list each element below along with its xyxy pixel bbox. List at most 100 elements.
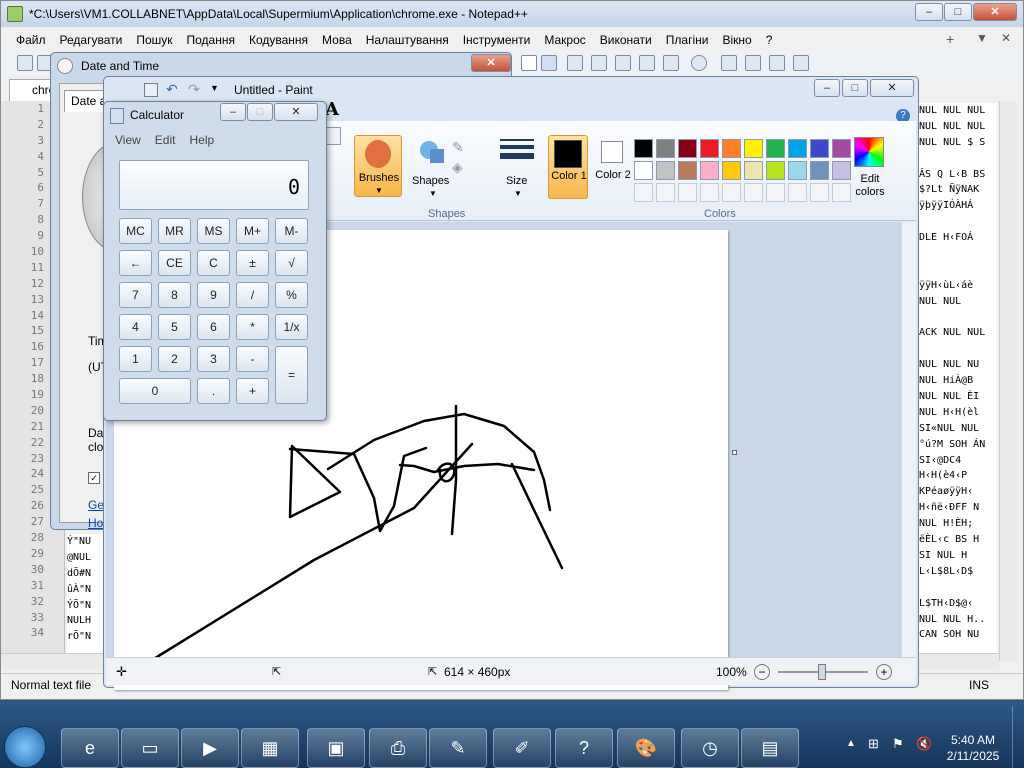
npp-menu-item[interactable]: Виконати bbox=[593, 29, 659, 51]
printer-icon[interactable]: ⎙ bbox=[369, 728, 427, 768]
palette-custom-slot[interactable] bbox=[810, 183, 829, 202]
palette-custom-slot[interactable] bbox=[656, 183, 675, 202]
size-icon[interactable] bbox=[500, 137, 534, 165]
shapes-label[interactable]: Shapes bbox=[412, 175, 449, 187]
calc-key[interactable]: 1/x bbox=[275, 314, 308, 340]
edit-colors-label[interactable]: Edit colors bbox=[848, 173, 892, 199]
color2-button[interactable]: Color 2 bbox=[594, 135, 632, 199]
calc-key[interactable]: 3 bbox=[197, 346, 230, 372]
control-panel-icon[interactable]: ▦ bbox=[241, 728, 299, 768]
undo-icon[interactable]: ↶ bbox=[166, 81, 178, 98]
calculator-taskbar-icon[interactable]: ▤ bbox=[741, 728, 799, 768]
canvas-resize-handle-right[interactable] bbox=[732, 450, 737, 455]
calc-key[interactable]: M+ bbox=[236, 218, 269, 244]
calc-key[interactable]: * bbox=[236, 314, 269, 340]
calc-key[interactable]: 2 bbox=[158, 346, 191, 372]
play-multiple-icon[interactable] bbox=[769, 55, 785, 71]
quick-access-dropdown-icon[interactable]: ▼ bbox=[210, 83, 219, 93]
help-support-icon[interactable]: ? bbox=[555, 728, 613, 768]
calc-minimize-button[interactable]: – bbox=[220, 103, 246, 121]
editor-text-right[interactable]: NUL NUL NUL NUL NUL NUL NUL NUL $ S ÂS Q L‹… bbox=[919, 103, 997, 655]
text-tool-icon[interactable]: A bbox=[325, 99, 339, 120]
palette-color[interactable] bbox=[766, 161, 785, 180]
date-time-taskbar-icon[interactable]: ◷ bbox=[681, 728, 739, 768]
notepadpp-taskbar-icon[interactable]: ✎ bbox=[429, 728, 487, 768]
system-clock[interactable]: 5:40 AM 2/11/2025 bbox=[940, 732, 1006, 764]
npp-menu-item[interactable]: Вікно bbox=[715, 29, 758, 51]
macro-icon-5[interactable] bbox=[663, 55, 679, 71]
npp-menu-item[interactable]: Кодування bbox=[242, 29, 315, 51]
npp-menu-item[interactable]: Файл bbox=[9, 29, 53, 51]
file-explorer-icon[interactable]: ▭ bbox=[121, 728, 179, 768]
editor-vertical-scrollbar[interactable] bbox=[999, 101, 1017, 661]
redo-icon[interactable]: ↷ bbox=[188, 81, 200, 98]
remote-desktop-icon[interactable]: ▣ bbox=[307, 728, 365, 768]
save-icon[interactable] bbox=[144, 83, 158, 97]
palette-color[interactable] bbox=[656, 161, 675, 180]
outline-icon[interactable]: ✎ bbox=[452, 139, 464, 156]
macro-icon-4[interactable] bbox=[639, 55, 655, 71]
palette-color[interactable] bbox=[744, 139, 763, 158]
calc-key[interactable]: MC bbox=[119, 218, 152, 244]
palette-custom-slot[interactable] bbox=[744, 183, 763, 202]
palette-custom-slot[interactable] bbox=[766, 183, 785, 202]
npp-menu-item[interactable]: Редагувати bbox=[53, 29, 130, 51]
brushes-button[interactable]: Brushes ▼ bbox=[354, 135, 402, 197]
npp-menu-item[interactable]: ? bbox=[759, 29, 780, 51]
close-button[interactable]: ✕ bbox=[973, 3, 1017, 21]
calc-key[interactable]: . bbox=[197, 378, 230, 404]
show-hidden-icons[interactable]: ▲ bbox=[846, 738, 856, 749]
npp-menu-item[interactable]: Макрос bbox=[537, 29, 592, 51]
calc-key[interactable]: MR bbox=[158, 218, 191, 244]
start-button[interactable] bbox=[4, 726, 46, 768]
calc-key[interactable]: 0 bbox=[119, 378, 191, 404]
action-center-flag-icon[interactable]: ⚑ bbox=[892, 736, 904, 752]
calc-key[interactable]: CE bbox=[158, 250, 191, 276]
palette-color[interactable] bbox=[810, 161, 829, 180]
npp-menu-item[interactable]: Налаштування bbox=[359, 29, 456, 51]
new-file-icon[interactable] bbox=[17, 55, 33, 71]
macro-icon-3[interactable] bbox=[615, 55, 631, 71]
calc-key[interactable]: C bbox=[197, 250, 230, 276]
macro-icon-2[interactable] bbox=[591, 55, 607, 71]
npp-menu-item[interactable]: Інструменти bbox=[456, 29, 538, 51]
palette-color[interactable] bbox=[678, 161, 697, 180]
zoom-out-button[interactable]: − bbox=[754, 664, 770, 680]
edit-colors-icon[interactable] bbox=[854, 137, 884, 167]
calc-menu-edit[interactable]: Edit bbox=[155, 133, 176, 147]
palette-custom-slot[interactable] bbox=[700, 183, 719, 202]
palette-color[interactable] bbox=[788, 139, 807, 158]
palette-color[interactable] bbox=[744, 161, 763, 180]
editor-text-left[interactable]: Ý"NU @NUL dÕ#N ûÀ"N ÝÕ"N NULH rÕ"N bbox=[67, 534, 107, 654]
dt-close-button[interactable]: ✕ bbox=[471, 54, 511, 72]
calc-key[interactable]: 9 bbox=[197, 282, 230, 308]
notepad-taskbar-icon[interactable]: ✐ bbox=[493, 728, 551, 768]
calc-key[interactable]: 8 bbox=[158, 282, 191, 308]
palette-color[interactable] bbox=[810, 139, 829, 158]
calc-key[interactable]: + bbox=[236, 378, 269, 404]
word-wrap-icon[interactable] bbox=[541, 55, 557, 71]
calc-key[interactable]: ← bbox=[119, 250, 152, 276]
media-player-icon[interactable]: ▶ bbox=[181, 728, 239, 768]
shapes-icon[interactable] bbox=[416, 137, 448, 163]
palette-color[interactable] bbox=[766, 139, 785, 158]
maximize-button[interactable]: □ bbox=[944, 3, 972, 21]
npp-title-bar[interactable]: *C:\Users\VM1.COLLABNET\AppData\Local\Su… bbox=[1, 1, 1023, 27]
volume-muted-icon[interactable]: 🔇 bbox=[916, 736, 932, 752]
paint-close-button[interactable]: ✕ bbox=[870, 79, 914, 97]
minimize-button[interactable]: – bbox=[915, 3, 943, 21]
dt-link-how[interactable]: Ho bbox=[88, 516, 103, 530]
palette-color[interactable] bbox=[700, 161, 719, 180]
play-icon[interactable] bbox=[745, 55, 761, 71]
npp-menu-item[interactable]: Подання bbox=[180, 29, 242, 51]
calc-key[interactable]: 5 bbox=[158, 314, 191, 340]
menu-plus-icon[interactable]: + bbox=[946, 31, 954, 47]
calc-key[interactable]: 1 bbox=[119, 346, 152, 372]
palette-color[interactable] bbox=[634, 161, 653, 180]
calc-key[interactable]: √ bbox=[275, 250, 308, 276]
npp-menu-item[interactable]: Мова bbox=[315, 29, 359, 51]
paint-vertical-scrollbar[interactable] bbox=[902, 222, 916, 657]
dt-checkbox[interactable]: ✓ bbox=[88, 472, 100, 484]
palette-color[interactable] bbox=[700, 139, 719, 158]
palette-color[interactable] bbox=[722, 139, 741, 158]
